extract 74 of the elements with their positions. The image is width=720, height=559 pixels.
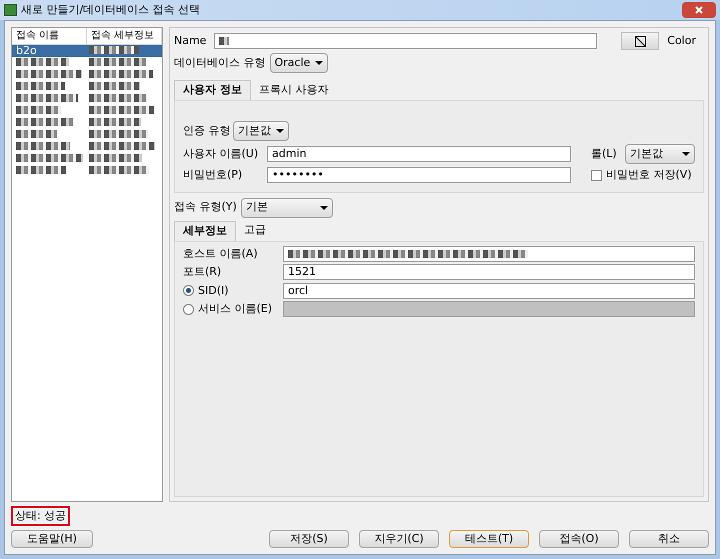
blurred-text [16,82,65,90]
host-field[interactable] [283,246,695,262]
tab[interactable]: 사용자 정보 [174,80,251,100]
role-label: 롤(L) [591,146,618,162]
tab[interactable]: 세부정보 [174,220,236,240]
auth-type-dropdown[interactable]: 기본값 [233,121,289,141]
blurred-text [16,166,66,174]
blurred-text [89,154,142,162]
column-header: 접속 세부정보 [87,28,162,44]
db-type-label: 데이터베이스 유형 [174,54,266,71]
password-field[interactable]: •••••••• [267,167,571,184]
role-dropdown[interactable]: 기본값 [625,144,695,164]
radio-button[interactable] [183,285,194,296]
sid-field[interactable]: orcl [283,282,695,299]
blurred-text [89,130,148,138]
blurred-text [89,46,139,54]
caret-icon [276,129,284,133]
port-label: 포트(R) [183,264,222,280]
blurred-text [89,82,140,90]
window-title: 새로 만들기/데이터베이스 접속 선택 [21,2,200,18]
blurred-text [89,106,154,114]
caret-icon [314,61,322,65]
name-field[interactable] [214,33,598,49]
blurred-text [89,70,153,78]
status-text: 상태: 성공 [11,506,70,526]
blurred-text [219,37,230,45]
dialog-button[interactable]: 테스트(T) [449,530,529,548]
radio-button[interactable] [183,304,194,315]
connection-name: b2o [16,45,38,57]
blurred-text [16,154,83,162]
caret-icon [682,152,690,156]
port-field[interactable]: 1521 [283,264,695,280]
dialog-button[interactable]: 지우기(C) [359,530,439,548]
color-label: Color [667,32,696,49]
checkbox[interactable] [591,170,602,181]
app-icon [4,4,17,16]
connection-type-label: 접속 유형(Y) [174,199,237,216]
blurred-text [16,118,74,126]
blurred-text [16,94,78,102]
name-label: Name [174,32,206,49]
auth-type-label: 인증 유형 [183,122,229,139]
close-icon [695,6,703,14]
blurred-text [89,94,147,102]
color-swatch-icon [634,36,646,46]
connection-type-dropdown[interactable]: 기본 [240,198,333,218]
close-button[interactable] [682,2,716,18]
username-field[interactable]: admin [267,146,571,162]
save-password-label: 비밀번호 저장(V) [606,167,692,183]
blurred-text [89,118,141,126]
db-type-dropdown[interactable]: Oracle [270,53,328,73]
caret-icon [320,206,328,210]
blurred-text [16,106,61,114]
tab[interactable]: 고급 [236,220,274,240]
blurred-text [89,166,149,174]
host-label: 호스트 이름(A) [183,246,259,262]
blurred-text [16,70,82,78]
color-picker-button[interactable] [621,32,660,50]
connection-row[interactable]: b2o [12,45,162,57]
blurred-text [89,142,155,150]
blurred-text [16,130,57,138]
blurred-text [16,58,69,66]
option-label: 서비스 이름(E) [198,301,272,317]
username-label: 사용자 이름(U) [183,146,260,162]
password-label: 비밀번호(P) [183,167,244,183]
option-label: SID(I) [198,282,229,298]
help-button[interactable]: 도움말(H) [11,530,93,548]
dialog-button[interactable]: 저장(S) [269,530,349,548]
blurred-text [89,58,146,66]
tab[interactable]: 프록시 사용자 [250,80,336,100]
column-header: 접속 이름 [12,28,87,44]
dialog-button[interactable]: 접속(O) [539,530,619,548]
service-name-field[interactable] [283,301,695,318]
blurred-text [16,142,70,150]
dialog-button[interactable]: 취소 [629,530,709,548]
